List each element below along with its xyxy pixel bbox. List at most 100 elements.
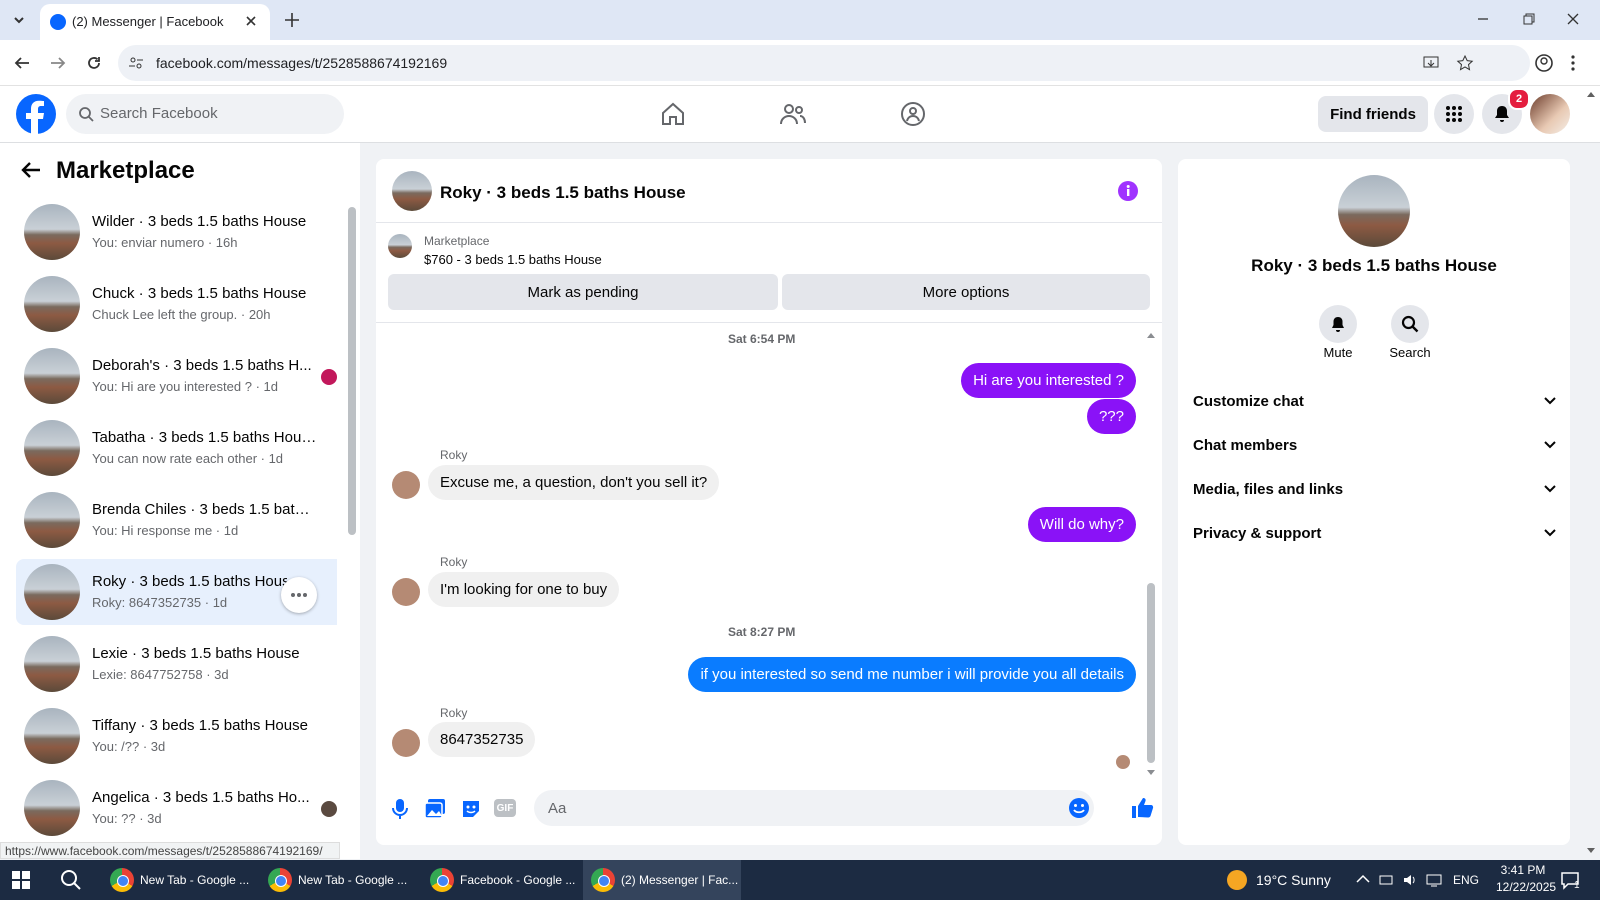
restore-icon[interactable] <box>1522 12 1536 26</box>
menu-grid-icon[interactable] <box>1434 94 1474 134</box>
message-placeholder: Aa <box>548 800 567 817</box>
conversation-item[interactable]: Chuck · 3 beds 1.5 baths House Chuck Lee … <box>16 271 337 337</box>
tray-chevron-up-icon[interactable] <box>1356 874 1370 884</box>
taskbar-chrome-window-active[interactable]: (2) Messenger | Fac... <box>583 860 741 900</box>
weather-sun-icon[interactable] <box>1227 870 1247 890</box>
facebook-search-input[interactable]: Search Facebook <box>66 94 344 134</box>
taskbar-chrome-window[interactable]: Facebook - Google ... <box>430 860 580 900</box>
close-tab-icon[interactable] <box>244 14 258 28</box>
groups-icon[interactable] <box>895 96 931 132</box>
section-media-files-links[interactable]: Media, files and links <box>1193 481 1557 498</box>
address-bar[interactable]: facebook.com/messages/t/2528588674192169 <box>118 45 1530 81</box>
sender-avatar <box>392 729 420 757</box>
mark-as-pending-button[interactable]: Mark as pending <box>388 274 778 310</box>
minimize-icon[interactable] <box>1476 12 1490 26</box>
conversation-item-selected[interactable]: Roky · 3 beds 1.5 baths House Roky: 86473… <box>16 559 337 625</box>
language-indicator[interactable]: ENG <box>1453 860 1479 900</box>
taskbar-chrome-window[interactable]: New Tab - Google ... <box>268 860 418 900</box>
page-scroll-up-icon[interactable] <box>1586 90 1596 98</box>
conversation-item[interactable]: Lexie · 3 beds 1.5 baths House Lexie: 864… <box>16 631 337 697</box>
chrome-icon <box>268 868 292 892</box>
chat-title[interactable]: Roky · 3 beds 1.5 baths House <box>440 183 686 203</box>
page-scroll-down-icon[interactable] <box>1586 847 1596 855</box>
close-window-icon[interactable] <box>1566 12 1580 26</box>
new-tab-icon[interactable] <box>283 11 301 29</box>
sender-avatar <box>392 471 420 499</box>
windows-start-icon[interactable] <box>12 871 30 889</box>
more-options-icon[interactable] <box>281 577 317 613</box>
message-input[interactable]: Aa <box>534 790 1094 826</box>
conversation-item[interactable]: Tiffany · 3 beds 1.5 baths House You: /??… <box>16 703 337 769</box>
listing-thumbnail <box>24 564 80 620</box>
display-icon[interactable] <box>1426 872 1442 888</box>
taskbar-search-icon[interactable] <box>60 869 82 891</box>
account-avatar[interactable] <box>1530 94 1570 134</box>
find-friends-button[interactable]: Find friends <box>1318 96 1428 132</box>
contact-avatar[interactable] <box>1338 175 1410 247</box>
seen-avatar <box>321 369 337 385</box>
back-arrow-icon[interactable] <box>20 159 42 181</box>
mute-label: Mute <box>1323 345 1353 360</box>
listing-price[interactable]: $760 - 3 beds 1.5 baths House <box>424 252 602 267</box>
site-info-icon[interactable] <box>128 55 144 71</box>
friends-icon[interactable] <box>775 96 811 132</box>
chevron-down-icon <box>1544 397 1556 405</box>
section-chat-members[interactable]: Chat members <box>1193 437 1557 454</box>
conversation-name: Wilder · 3 beds 1.5 baths House <box>92 213 307 230</box>
microphone-icon[interactable] <box>390 798 410 820</box>
chat-listing-avatar[interactable] <box>392 171 432 211</box>
incoming-message[interactable]: Excuse me, a question, don't you sell it… <box>428 465 720 500</box>
section-privacy-support[interactable]: Privacy & support <box>1193 525 1557 542</box>
bookmark-star-icon[interactable] <box>1456 54 1474 72</box>
status-url: https://www.facebook.com/messages/t/2528… <box>0 842 340 859</box>
weather-text[interactable]: 19°C Sunny <box>1256 860 1331 900</box>
forward-icon[interactable] <box>49 54 67 72</box>
profile-icon[interactable] <box>1534 53 1554 73</box>
conversation-preview: You: Hi response me · 1d <box>92 523 239 538</box>
reload-icon[interactable] <box>85 54 103 72</box>
emoji-icon[interactable] <box>1068 797 1090 819</box>
home-icon[interactable] <box>655 96 691 132</box>
outgoing-message[interactable]: ??? <box>1086 399 1136 434</box>
outgoing-message[interactable]: Will do why? <box>1027 507 1136 542</box>
gif-icon[interactable]: GIF <box>494 799 516 817</box>
volume-icon[interactable] <box>1402 872 1418 888</box>
info-icon[interactable] <box>1118 181 1138 201</box>
incoming-message[interactable]: I'm looking for one to buy <box>428 572 620 607</box>
conversation-item[interactable]: Wilder · 3 beds 1.5 baths House You: envi… <box>16 199 337 265</box>
photo-icon[interactable] <box>424 798 446 820</box>
conversation-item[interactable]: Deborah's · 3 beds 1.5 baths H... You: Hi… <box>16 343 337 409</box>
more-options-button[interactable]: More options <box>782 274 1150 310</box>
clock[interactable]: 3:41 PM 12/22/2025 <box>1496 863 1556 894</box>
conversation-name: Tabatha · 3 beds 1.5 baths House <box>92 429 317 446</box>
conversation-item[interactable]: Brenda Chiles · 3 beds 1.5 baths ... You:… <box>16 487 337 553</box>
network-icon[interactable] <box>1378 872 1394 888</box>
scroll-up-arrow-icon[interactable] <box>1146 331 1156 339</box>
listing-thumbnail <box>388 234 412 258</box>
like-thumbs-up-icon[interactable] <box>1130 796 1154 820</box>
section-label: Customize chat <box>1193 393 1304 410</box>
mute-bell-icon[interactable] <box>1319 305 1357 343</box>
chevron-down-icon <box>1544 485 1556 493</box>
conversation-name: Tiffany · 3 beds 1.5 baths House <box>92 717 308 734</box>
conversation-item[interactable]: Tabatha · 3 beds 1.5 baths House You can … <box>16 415 337 481</box>
back-icon[interactable] <box>13 54 31 72</box>
thread-scrollbar[interactable] <box>1147 583 1155 763</box>
conversation-item[interactable]: Angelica · 3 beds 1.5 baths Ho... You: ??… <box>16 775 337 841</box>
browser-tab-messenger[interactable]: (2) Messenger | Facebook <box>40 4 270 40</box>
install-app-icon[interactable] <box>1422 54 1440 72</box>
incoming-message[interactable]: 8647352735 <box>428 722 536 757</box>
section-customize-chat[interactable]: Customize chat <box>1193 393 1557 410</box>
facebook-logo-icon[interactable] <box>16 94 56 134</box>
taskbar-item-label: New Tab - Google ... <box>140 873 250 887</box>
browser-menu-icon[interactable] <box>1570 53 1576 73</box>
outgoing-message[interactable]: Hi are you interested ? <box>961 363 1136 398</box>
sticker-icon[interactable] <box>460 798 482 820</box>
search-icon[interactable] <box>1391 305 1429 343</box>
chrome-icon <box>110 868 134 892</box>
taskbar-chrome-window[interactable]: New Tab - Google ... <box>110 860 260 900</box>
conversation-scrollbar[interactable] <box>348 207 356 535</box>
scroll-down-arrow-icon[interactable] <box>1146 769 1156 777</box>
outgoing-message[interactable]: if you interested so send me number i wi… <box>688 657 1136 692</box>
tab-search-icon[interactable] <box>10 11 28 29</box>
